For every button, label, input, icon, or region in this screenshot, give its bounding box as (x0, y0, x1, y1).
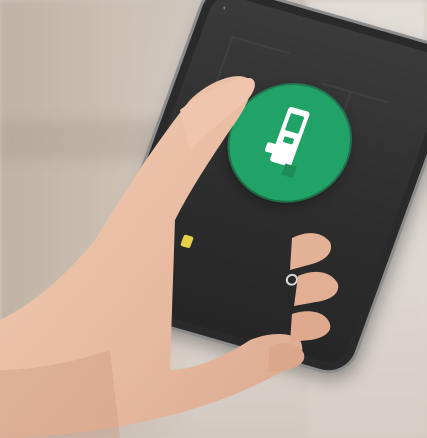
photo-scene: ‹ ⋮ (0, 0, 427, 438)
back-icon[interactable]: ‹ (222, 4, 227, 11)
hand (0, 76, 339, 438)
